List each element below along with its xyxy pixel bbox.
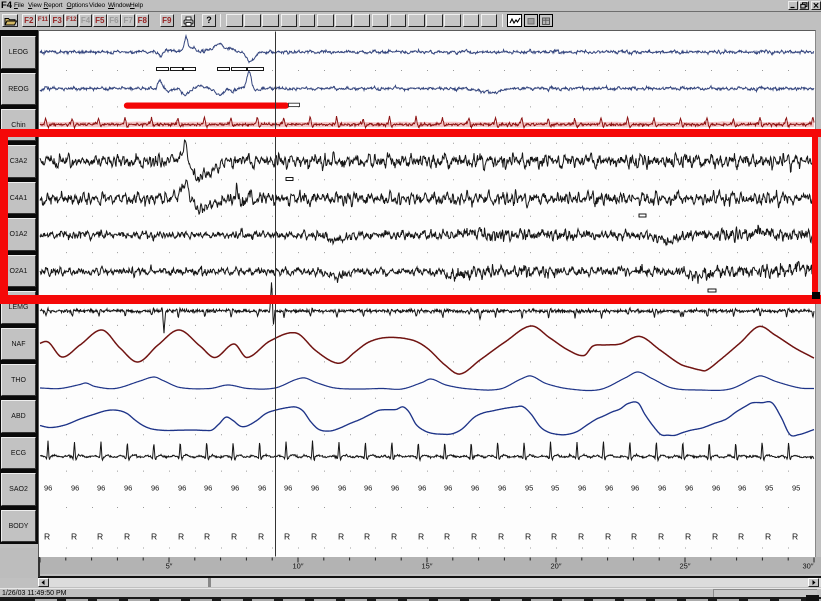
svg-text:96: 96 <box>658 484 666 493</box>
svg-text:25″: 25″ <box>680 562 691 571</box>
svg-text:30″: 30″ <box>803 562 814 571</box>
svg-text:R: R <box>685 532 691 542</box>
svg-text:96: 96 <box>71 484 79 493</box>
svg-text:R: R <box>178 532 184 542</box>
svg-text:96: 96 <box>605 484 613 493</box>
svg-text:96: 96 <box>471 484 479 493</box>
svg-text:R: R <box>658 532 664 542</box>
svg-text:96: 96 <box>444 484 452 493</box>
svg-text:10″: 10″ <box>293 562 304 571</box>
svg-text:95: 95 <box>792 484 800 493</box>
svg-text:R: R <box>44 532 50 542</box>
svg-text:96: 96 <box>364 484 372 493</box>
svg-text:R: R <box>631 532 637 542</box>
svg-text:96: 96 <box>151 484 159 493</box>
svg-text:R: R <box>471 532 477 542</box>
svg-text:96: 96 <box>231 484 239 493</box>
svg-text:R: R <box>124 532 130 542</box>
svg-text:96: 96 <box>124 484 132 493</box>
svg-text:96: 96 <box>418 484 426 493</box>
svg-text:R: R <box>71 532 77 542</box>
svg-text:96: 96 <box>712 484 720 493</box>
svg-text:R: R <box>284 532 290 542</box>
svg-text:96: 96 <box>44 484 52 493</box>
svg-text:96: 96 <box>498 484 506 493</box>
svg-text:R: R <box>338 532 344 542</box>
svg-text:96: 96 <box>391 484 399 493</box>
svg-text:R: R <box>551 532 557 542</box>
svg-text:R: R <box>311 532 317 542</box>
svg-text:R: R <box>97 532 103 542</box>
svg-text:R: R <box>151 532 157 542</box>
svg-text:96: 96 <box>338 484 346 493</box>
svg-text:96: 96 <box>284 484 292 493</box>
svg-text:R: R <box>738 532 744 542</box>
svg-text:15″: 15″ <box>422 562 433 571</box>
svg-text:95: 95 <box>525 484 533 493</box>
svg-text:R: R <box>765 532 771 542</box>
svg-text:96: 96 <box>204 484 212 493</box>
svg-text:R: R <box>498 532 504 542</box>
svg-text:96: 96 <box>685 484 693 493</box>
svg-text:R: R <box>231 532 237 542</box>
svg-text:R: R <box>258 532 264 542</box>
svg-text:96: 96 <box>578 484 586 493</box>
svg-text:5″: 5″ <box>166 562 173 571</box>
svg-text:R: R <box>418 532 424 542</box>
svg-text:96: 96 <box>97 484 105 493</box>
svg-text:96: 96 <box>738 484 746 493</box>
svg-text:R: R <box>605 532 611 542</box>
svg-text:96: 96 <box>311 484 319 493</box>
svg-text:R: R <box>712 532 718 542</box>
svg-text:R: R <box>578 532 584 542</box>
svg-text:96: 96 <box>178 484 186 493</box>
svg-text:R: R <box>792 532 798 542</box>
svg-text:R: R <box>525 532 531 542</box>
svg-text:95: 95 <box>551 484 559 493</box>
svg-text:95: 95 <box>765 484 773 493</box>
svg-text:R: R <box>364 532 370 542</box>
svg-text:96: 96 <box>631 484 639 493</box>
svg-text:20″: 20″ <box>551 562 562 571</box>
svg-text:96: 96 <box>258 484 266 493</box>
svg-text:R: R <box>204 532 210 542</box>
svg-text:R: R <box>444 532 450 542</box>
svg-text:R: R <box>391 532 397 542</box>
